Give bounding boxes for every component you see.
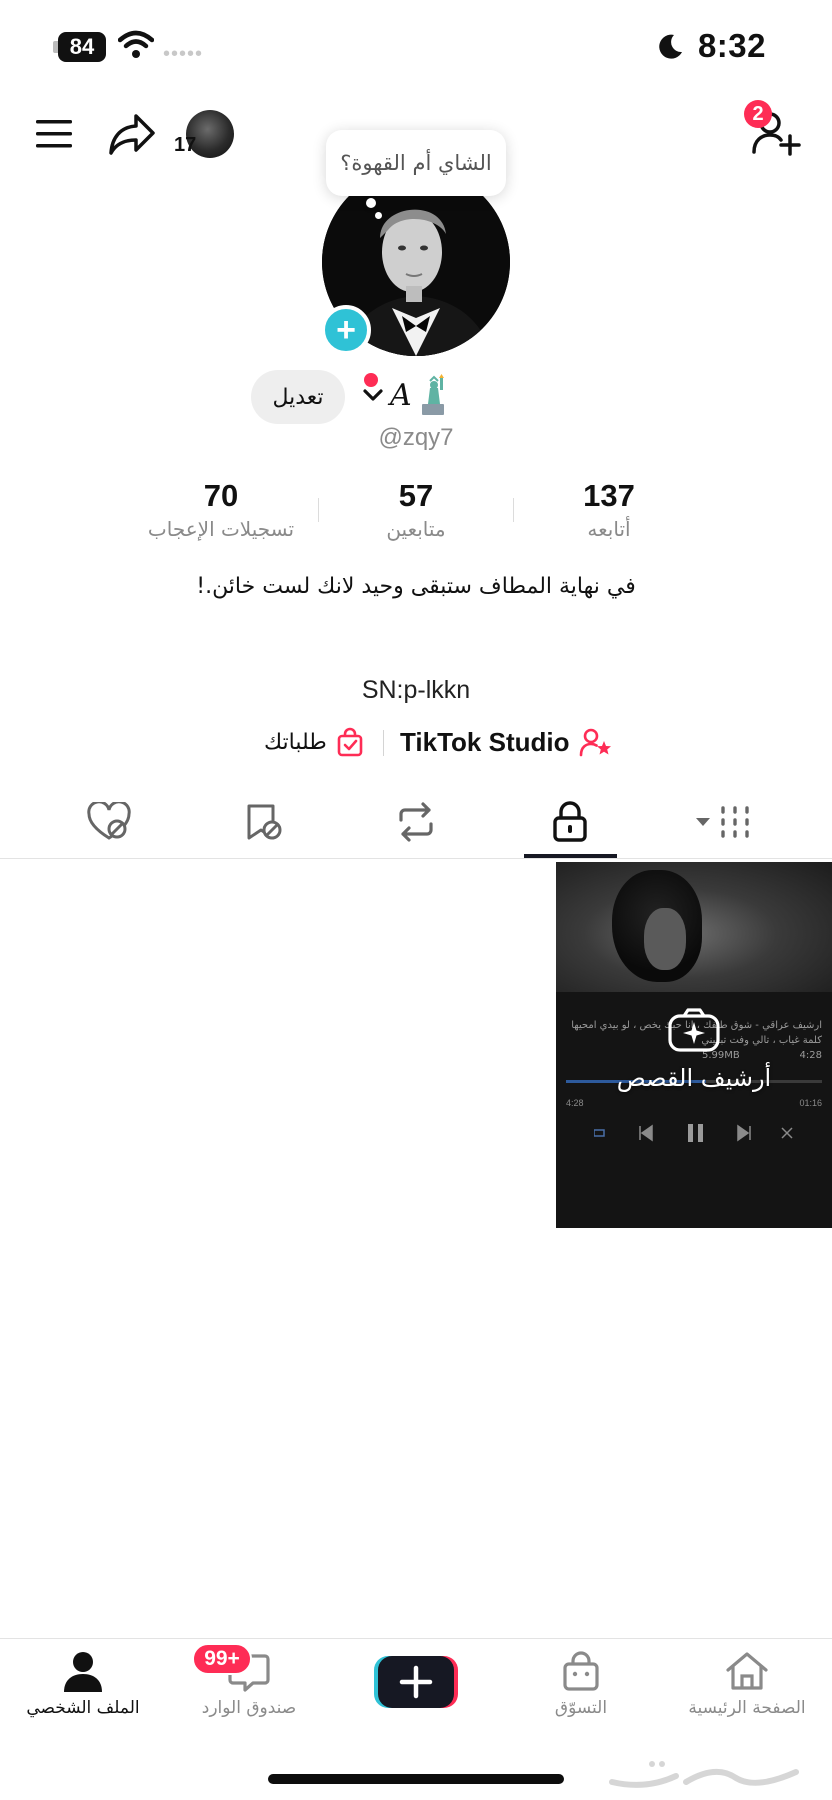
battery-indicator: 84 — [58, 32, 106, 62]
tile-cover-face — [644, 908, 686, 970]
story-archive-tile[interactable]: ارشيف عراقي - شوق طيفك ، انا حبك يخص ، ل… — [556, 862, 832, 1228]
shopping-bag-check-icon — [337, 727, 363, 757]
story-count: 17 — [174, 134, 197, 156]
orders-label: طلباتك — [264, 729, 327, 755]
stat-divider — [318, 498, 319, 522]
tabs-divider — [0, 858, 832, 859]
moon-icon — [659, 34, 682, 59]
nav-home-label: الصفحة الرئيسية — [688, 1698, 806, 1718]
repost-icon — [399, 802, 433, 842]
tiktok-studio-label: TikTok Studio — [400, 726, 570, 757]
story-archive-label: أرشيف القصص — [616, 1064, 772, 1092]
tiktok-studio-link[interactable]: TikTok Studio — [400, 722, 613, 762]
stat-value: 70 — [203, 478, 239, 513]
orders-link[interactable]: طلباتك — [264, 722, 365, 762]
profile-icon — [64, 1652, 102, 1692]
tile-duration: 4:28 — [799, 1050, 822, 1061]
plus-icon — [374, 1656, 458, 1708]
signal-dots: ••••• — [163, 43, 204, 65]
note-bubble-dot — [366, 198, 376, 208]
statue-of-liberty-icon — [421, 374, 444, 415]
tile-time-left: 4:28 — [566, 1098, 584, 1108]
creator-star-icon — [580, 728, 612, 757]
bookmark-hidden-icon — [247, 804, 282, 840]
row-divider — [383, 730, 384, 756]
bio: في نهاية المطاف ستبقى وحيد لانك لست خائن… — [196, 574, 636, 599]
add-friends-badge: 2 — [744, 100, 772, 128]
stat-label: تسجيلات الإعجاب — [147, 517, 295, 541]
tile-time-right: 01:16 — [799, 1098, 822, 1108]
watermark-logo — [609, 1761, 799, 1788]
nav-profile-label: الملف الشخصي — [26, 1698, 140, 1718]
tile-player-controls — [594, 1124, 793, 1142]
notification-dot — [364, 373, 378, 387]
edit-profile-button[interactable]: تعديل — [251, 370, 345, 424]
note-bubble[interactable]: الشاي أم القهوة؟ — [326, 130, 506, 196]
lock-icon — [553, 801, 587, 842]
bio-link: SN:p-lkkn — [361, 676, 471, 704]
username: @zqy7 — [378, 424, 454, 451]
stat-followers[interactable]: 57 متابعين — [321, 478, 511, 544]
inbox-badge: 99+ — [192, 1643, 252, 1675]
nav-shop[interactable]: التسوّق — [498, 1650, 664, 1730]
heart-hidden-icon — [87, 802, 131, 840]
nav-shop-label: التسوّق — [554, 1698, 608, 1718]
nav-inbox-label: صندوق الوارد — [201, 1698, 297, 1718]
tab-private[interactable] — [487, 788, 653, 856]
tab-liked[interactable] — [26, 788, 192, 856]
home-icon — [726, 1652, 768, 1690]
bottom-nav-divider — [0, 1638, 832, 1639]
stat-value: 57 — [398, 478, 434, 513]
stat-label: متابعين — [386, 517, 446, 541]
stat-likes[interactable]: 70 تسجيلات الإعجاب — [126, 478, 316, 544]
stat-following[interactable]: 137 أتابعه — [514, 478, 704, 544]
menu-icon[interactable] — [34, 118, 74, 150]
tab-videos[interactable] — [640, 788, 806, 856]
grid-icon — [721, 806, 749, 838]
chevron-down-icon — [696, 818, 710, 826]
wifi-icon — [118, 30, 154, 58]
archive-sparkle-icon — [668, 1008, 720, 1052]
nav-profile[interactable]: الملف الشخصي — [0, 1650, 166, 1730]
create-button[interactable] — [374, 1654, 458, 1710]
note-bubble-dot — [375, 212, 382, 219]
stat-label: أتابعه — [587, 517, 631, 541]
add-story-button[interactable]: + — [321, 305, 371, 355]
tab-reposts[interactable] — [333, 788, 499, 856]
display-name: A — [390, 377, 412, 413]
share-icon[interactable] — [108, 112, 156, 156]
home-indicator — [268, 1774, 564, 1784]
stat-divider — [513, 498, 514, 522]
nav-home[interactable]: الصفحة الرئيسية — [664, 1650, 830, 1730]
clock-time: 8:32 — [697, 27, 766, 64]
stat-value: 137 — [583, 478, 635, 513]
chevron-down-icon — [363, 389, 383, 401]
shopping-bag-icon — [563, 1651, 599, 1691]
tab-favorites[interactable] — [180, 788, 346, 856]
